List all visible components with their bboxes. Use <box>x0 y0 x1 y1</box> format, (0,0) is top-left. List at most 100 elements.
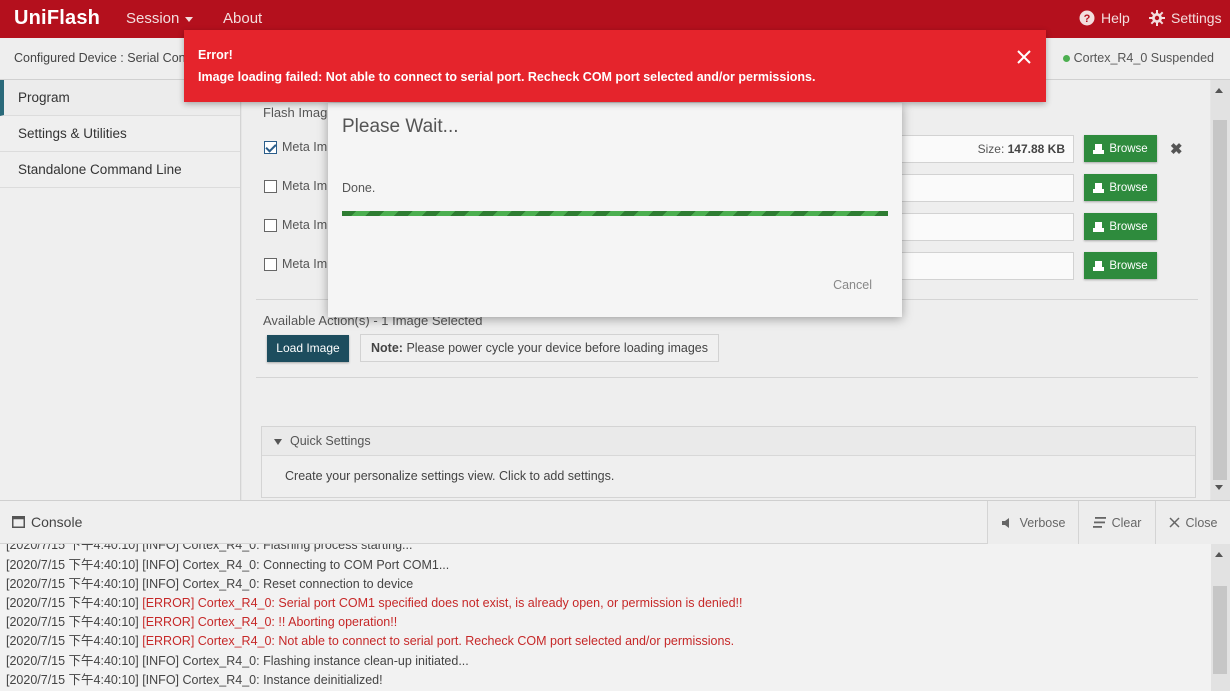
divider <box>256 377 1198 378</box>
console-scrollbar[interactable] <box>1211 544 1230 691</box>
help-icon: ? <box>1079 10 1095 26</box>
verbose-button[interactable]: Verbose <box>987 501 1078 544</box>
log-line: [2020/7/15 下午4:40:10] [INFO] Cortex_R4_0… <box>6 573 413 592</box>
image-label: Meta Im <box>282 140 328 154</box>
clear-lines-icon <box>1092 517 1106 528</box>
console-title-text: Console <box>31 514 83 530</box>
log-text: [2020/7/15 下午4:40:10] [INFO] Cortex_R4_0… <box>6 654 469 668</box>
quick-settings-body[interactable]: Create your personalize settings view. C… <box>262 456 1195 483</box>
close-console-button[interactable]: Close <box>1155 501 1230 544</box>
close-label: Close <box>1185 515 1218 530</box>
image-file-field[interactable] <box>884 213 1074 241</box>
scroll-up-icon[interactable] <box>1215 552 1223 557</box>
load-image-button[interactable]: Load Image <box>267 335 349 362</box>
configured-device[interactable]: Configured Device : Serial Con <box>14 51 186 65</box>
browse-button[interactable]: Browse <box>1084 174 1157 201</box>
browse-label: Browse <box>1109 181 1148 194</box>
quick-settings-panel: Quick Settings Create your personalize s… <box>261 426 1196 498</box>
close-icon[interactable] <box>1016 49 1032 65</box>
clear-label: Clear <box>1111 515 1142 530</box>
image-label: Meta Im <box>282 179 328 193</box>
close-icon <box>1168 517 1180 528</box>
log-error-text: [ERROR] Cortex_R4_0: !! Aborting operati… <box>142 615 398 629</box>
image-file-field[interactable] <box>884 174 1074 202</box>
device-status-text: Cortex_R4_0 Suspended <box>1073 51 1214 65</box>
browse-label: Browse <box>1109 259 1148 272</box>
chevron-down-icon <box>185 16 194 22</box>
help-label: Help <box>1101 10 1130 26</box>
image-label: Meta Im <box>282 257 328 271</box>
app-brand: UniFlash <box>14 7 101 29</box>
progress-fill <box>342 211 888 216</box>
please-wait-dialog: Please Wait... Done. Cancel <box>328 103 902 317</box>
speaker-icon <box>1001 517 1009 528</box>
caret-down-icon <box>274 439 282 445</box>
error-toast: Error! Image loading failed: Not able to… <box>184 30 1046 102</box>
log-text: [2020/7/15 下午4:40:10] [INFO] Cortex_R4_0… <box>6 577 414 591</box>
log-line: [2020/7/15 下午4:40:10] [ERROR] Cortex_R4_… <box>6 592 743 611</box>
settings-button[interactable]: Settings <box>1149 10 1222 26</box>
session-menu-label: Session <box>126 10 180 27</box>
browse-button[interactable]: Browse <box>1084 213 1157 240</box>
quick-settings-title: Quick Settings <box>290 434 371 448</box>
image-checkbox[interactable] <box>264 219 277 232</box>
sidebar-item-settings-utilities[interactable]: Settings & Utilities <box>0 116 240 152</box>
log-text: [2020/7/15 下午4:40:10] <box>6 634 143 648</box>
image-checkbox[interactable] <box>264 180 277 193</box>
sidebar-item-standalone-command-line[interactable]: Standalone Command Line <box>0 152 240 188</box>
image-label: Meta Im <box>282 218 328 232</box>
about-menu[interactable]: About <box>223 10 262 27</box>
log-error-text: [ERROR] Cortex_R4_0: Not able to connect… <box>142 634 735 648</box>
power-cycle-note: Note: Please power cycle your device bef… <box>360 334 719 362</box>
svg-text:?: ? <box>1084 13 1091 25</box>
log-text: [2020/7/15 下午4:40:10] [INFO] Cortex_R4_0… <box>6 558 450 572</box>
note-label: Note: <box>371 341 403 355</box>
log-line: [2020/7/15 下午4:40:10] [INFO] Cortex_R4_0… <box>6 544 412 553</box>
progress-bar <box>342 211 888 216</box>
scrollbar-thumb[interactable] <box>1213 586 1227 674</box>
size-label: Size: <box>977 142 1005 156</box>
browse-label: Browse <box>1109 220 1148 233</box>
browse-button[interactable]: Browse <box>1084 135 1157 162</box>
image-file-field[interactable] <box>884 252 1074 280</box>
session-menu[interactable]: Session <box>126 10 194 27</box>
log-text: [2020/7/15 下午4:40:10] <box>6 596 143 610</box>
console-log: [2020/7/15 下午4:40:10] [INFO] Cortex_R4_0… <box>0 544 1211 691</box>
browse-button[interactable]: Browse <box>1084 252 1157 279</box>
log-line: [2020/7/15 下午4:40:10] [ERROR] Cortex_R4_… <box>6 630 734 649</box>
drive-icon <box>1093 143 1105 154</box>
sidebar: Program Settings & Utilities Standalone … <box>0 80 241 500</box>
cancel-button[interactable]: Cancel <box>833 278 872 292</box>
drive-icon <box>1093 221 1105 232</box>
dialog-title: Please Wait... <box>342 116 459 137</box>
image-checkbox[interactable] <box>264 141 277 154</box>
image-file-field[interactable]: Size: 147.88 KB <box>884 135 1074 163</box>
console-title: Console <box>12 514 82 530</box>
log-line: [2020/7/15 下午4:40:10] [INFO] Cortex_R4_0… <box>6 554 449 573</box>
verbose-label: Verbose <box>1019 515 1066 530</box>
dialog-message: Done. <box>342 181 376 195</box>
flash-images-title: Flash Imag <box>263 105 328 120</box>
quick-settings-header[interactable]: Quick Settings <box>262 427 1195 456</box>
scroll-up-icon[interactable] <box>1215 88 1223 93</box>
settings-label: Settings <box>1171 10 1222 26</box>
help-button[interactable]: ? Help <box>1079 10 1130 26</box>
device-status: Cortex_R4_0 Suspended <box>1062 51 1214 65</box>
window-icon <box>12 516 25 528</box>
main-scrollbar[interactable] <box>1211 80 1230 500</box>
image-checkbox[interactable] <box>264 258 277 271</box>
toast-title: Error! <box>198 48 233 62</box>
log-text: [2020/7/15 下午4:40:10] [INFO] Cortex_R4_0… <box>6 544 413 552</box>
clear-button[interactable]: Clear <box>1078 501 1155 544</box>
scroll-down-icon[interactable] <box>1215 485 1223 490</box>
log-text: [2020/7/15 下午4:40:10] <box>6 615 143 629</box>
scrollbar-thumb[interactable] <box>1213 120 1227 480</box>
browse-label: Browse <box>1109 142 1148 155</box>
log-line: [2020/7/15 下午4:40:10] [INFO] Cortex_R4_0… <box>6 669 383 688</box>
status-dot-icon <box>1062 54 1070 62</box>
note-text: Please power cycle your device before lo… <box>406 341 708 355</box>
remove-image-icon[interactable]: ✖ <box>1170 140 1183 158</box>
log-error-text: [ERROR] Cortex_R4_0: Serial port COM1 sp… <box>142 596 743 610</box>
size-value: 147.88 KB <box>1007 142 1065 156</box>
log-line: [2020/7/15 下午4:40:10] [ERROR] Cortex_R4_… <box>6 611 397 630</box>
